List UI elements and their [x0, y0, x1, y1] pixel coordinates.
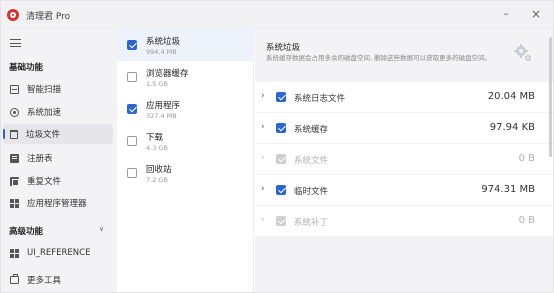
sidebar-item-label: 更多工具 [27, 276, 62, 286]
category-checkbox[interactable] [127, 40, 137, 50]
row-name: 系统文件 [294, 156, 329, 166]
sidebar-item-label: 应用程序管理器 [27, 199, 87, 209]
category-checkbox[interactable] [127, 72, 137, 82]
category-size: 4.3 GB [146, 144, 168, 152]
file-row-system-cache[interactable]: › 系统缓存 97.94 KB [255, 113, 553, 143]
title-bar: 清理君 Pro – × [1, 1, 553, 29]
sidebar-item-more-tools[interactable]: 更多工具 [3, 270, 113, 290]
category-name: 浏览器缓存 [146, 69, 189, 79]
file-row-temp-files[interactable]: › 临时文件 974.31 MB [255, 175, 553, 205]
file-row-system-logs[interactable]: › 系统日志文件 20.04 MB [255, 82, 553, 112]
row-name: 系统补丁 [294, 218, 329, 228]
category-name: 系统垃圾 [146, 37, 181, 47]
tools-icon [10, 274, 19, 284]
section-title-basic: 基础功能 [9, 63, 44, 73]
category-item-recycle-bin[interactable]: 回收站 7.2 GB [117, 157, 253, 189]
category-name: 回收站 [146, 165, 172, 175]
menu-icon[interactable] [10, 39, 21, 47]
sidebar: 基础功能 智能扫描 系统加速 垃圾文件 注册表 重复文件 应用程序管理器 高级功… [1, 29, 117, 292]
row-name: 系统缓存 [294, 125, 329, 135]
category-list: 系统垃圾 994.4 MB 浏览器缓存 1.5 GB 应用程序 327.4 MB… [117, 29, 254, 292]
sidebar-item-junk-files[interactable]: 垃圾文件 [3, 124, 113, 144]
category-name: 应用程序 [146, 101, 181, 111]
app-logo-icon [7, 9, 19, 21]
scan-icon [10, 84, 19, 94]
chevron-right-icon[interactable]: › [261, 122, 265, 132]
chevron-down-icon[interactable]: ∨ [99, 225, 104, 233]
row-size: 974.31 MB [481, 184, 535, 195]
sidebar-item-duplicate-files[interactable]: 重复文件 [3, 171, 113, 191]
sidebar-item-label: 智能扫描 [27, 85, 62, 95]
file-row-system-patches[interactable]: › 系统补丁 0 B [255, 206, 553, 236]
row-checkbox[interactable] [276, 185, 286, 195]
sidebar-item-label: 垃圾文件 [26, 130, 61, 140]
speed-icon [10, 107, 19, 117]
sidebar-item-smart-scan[interactable]: 智能扫描 [3, 79, 113, 99]
row-checkbox[interactable] [276, 92, 286, 102]
row-name: 临时文件 [294, 187, 329, 197]
file-row-system-files[interactable]: › 系统文件 0 B [255, 144, 553, 174]
detail-panel: 系统垃圾 系统缓存数据会占用多余的磁盘空间, 删除这些数据可以获取更多的磁盘空间… [255, 29, 553, 292]
sidebar-item-label: UI_REFERENCE [27, 248, 91, 258]
detail-header: 系统垃圾 系统缓存数据会占用多余的磁盘空间, 删除这些数据可以获取更多的磁盘空间… [255, 29, 553, 77]
row-checkbox[interactable] [276, 216, 286, 226]
chevron-right-icon[interactable]: › [261, 184, 265, 194]
chevron-right-icon[interactable]: › [261, 153, 265, 163]
minimize-button[interactable]: – [495, 5, 517, 23]
detail-description: 系统缓存数据会占用多余的磁盘空间, 删除这些数据可以获取更多的磁盘空间。 [266, 54, 492, 62]
row-size: 0 B [518, 153, 535, 164]
app-window: 清理君 Pro – × 基础功能 智能扫描 系统加速 垃圾文件 注册表 重复文件 [0, 0, 554, 293]
sidebar-item-label: 重复文件 [27, 177, 62, 187]
category-name: 下载 [146, 133, 164, 143]
grid-icon [10, 248, 19, 258]
category-checkbox[interactable] [127, 104, 137, 114]
row-size: 20.04 MB [487, 91, 535, 102]
sidebar-item-app-manager[interactable]: 应用程序管理器 [3, 193, 113, 213]
chevron-right-icon[interactable]: › [261, 215, 265, 225]
row-checkbox[interactable] [276, 123, 286, 133]
apps-icon [10, 198, 19, 208]
sidebar-item-ui-reference[interactable]: UI_REFERENCE [3, 243, 113, 263]
gear-icon [514, 44, 531, 61]
section-title-advanced[interactable]: 高级功能 [9, 225, 43, 237]
sidebar-item-label: 系统加速 [27, 108, 62, 118]
category-size: 1.5 GB [146, 80, 168, 88]
sidebar-item-registry[interactable]: 注册表 [3, 148, 113, 168]
registry-icon [10, 153, 19, 163]
row-size: 97.94 KB [489, 122, 535, 133]
category-size: 327.4 MB [146, 112, 177, 120]
category-item-downloads[interactable]: 下载 4.3 GB [117, 125, 253, 157]
scrollbar[interactable] [549, 37, 552, 157]
trash-icon [10, 129, 18, 139]
category-size: 7.2 GB [146, 176, 168, 184]
sidebar-item-label: 注册表 [27, 154, 53, 164]
category-checkbox[interactable] [127, 136, 137, 146]
duplicate-icon [10, 176, 19, 186]
close-button[interactable]: × [525, 5, 547, 23]
category-item-browser-cache[interactable]: 浏览器缓存 1.5 GB [117, 61, 253, 93]
category-item-system-junk[interactable]: 系统垃圾 994.4 MB [117, 29, 253, 61]
app-title: 清理君 Pro [26, 12, 71, 22]
row-name: 系统日志文件 [294, 94, 346, 104]
category-checkbox[interactable] [127, 168, 137, 178]
detail-title: 系统垃圾 [266, 43, 301, 53]
chevron-right-icon[interactable]: › [261, 91, 265, 101]
category-item-applications[interactable]: 应用程序 327.4 MB [117, 93, 253, 125]
row-checkbox[interactable] [276, 154, 286, 164]
row-size: 0 B [518, 215, 535, 226]
sidebar-item-system-speedup[interactable]: 系统加速 [3, 102, 113, 122]
category-size: 994.4 MB [146, 48, 177, 56]
